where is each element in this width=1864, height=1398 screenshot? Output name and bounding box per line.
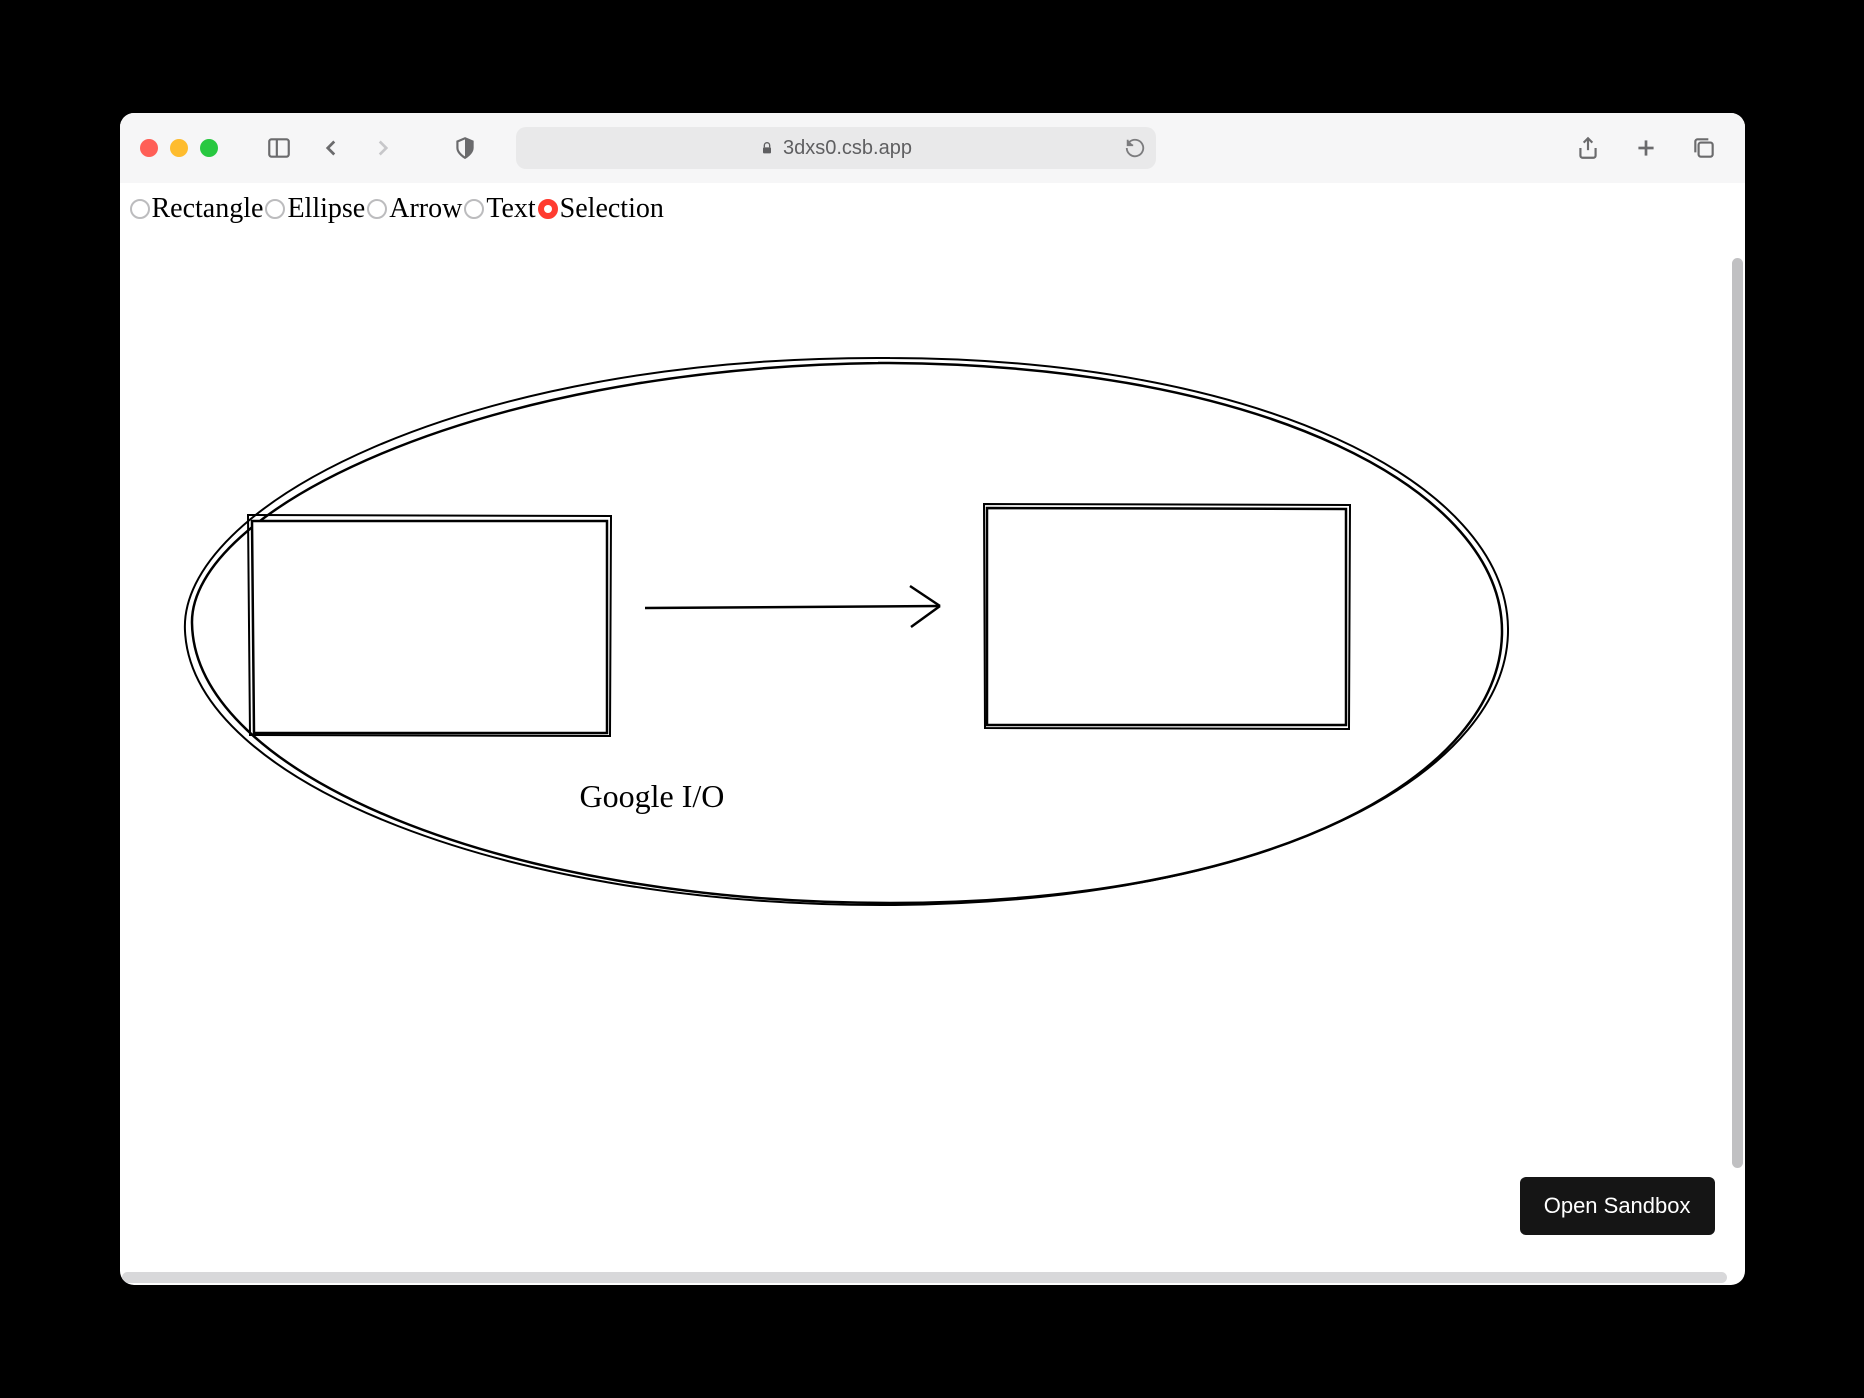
arrow-shape[interactable] <box>645 586 940 627</box>
page-content: Rectangle Ellipse Arrow Text Selection <box>120 183 1745 1285</box>
new-tab-button[interactable] <box>1625 127 1667 169</box>
rectangle-shape-right[interactable] <box>984 504 1350 729</box>
minimize-window-button[interactable] <box>170 139 188 157</box>
canvas-svg <box>120 183 1745 1285</box>
url-text: 3dxs0.csb.app <box>783 137 912 160</box>
sidebar-toggle-button[interactable] <box>258 127 300 169</box>
back-button[interactable] <box>310 127 352 169</box>
maximize-window-button[interactable] <box>200 139 218 157</box>
close-window-button[interactable] <box>140 139 158 157</box>
canvas-text-label[interactable]: Google I/O <box>580 778 725 815</box>
address-bar[interactable]: 3dxs0.csb.app <box>516 127 1156 169</box>
rectangle-shape-left[interactable] <box>248 515 611 736</box>
tabs-overview-button[interactable] <box>1683 127 1725 169</box>
open-sandbox-button[interactable]: Open Sandbox <box>1520 1177 1715 1235</box>
scrollbar-vertical[interactable] <box>1732 258 1743 1168</box>
shield-icon[interactable] <box>444 127 486 169</box>
scrollbar-horizontal[interactable] <box>122 1272 1727 1283</box>
reload-icon[interactable] <box>1124 137 1146 159</box>
browser-chrome: 3dxs0.csb.app <box>120 113 1745 183</box>
drawing-canvas[interactable]: Google I/O <box>120 183 1745 1285</box>
traffic-lights <box>140 139 218 157</box>
lock-icon <box>759 140 775 156</box>
share-button[interactable] <box>1567 127 1609 169</box>
forward-button[interactable] <box>362 127 404 169</box>
browser-window: 3dxs0.csb.app <box>120 113 1745 1285</box>
